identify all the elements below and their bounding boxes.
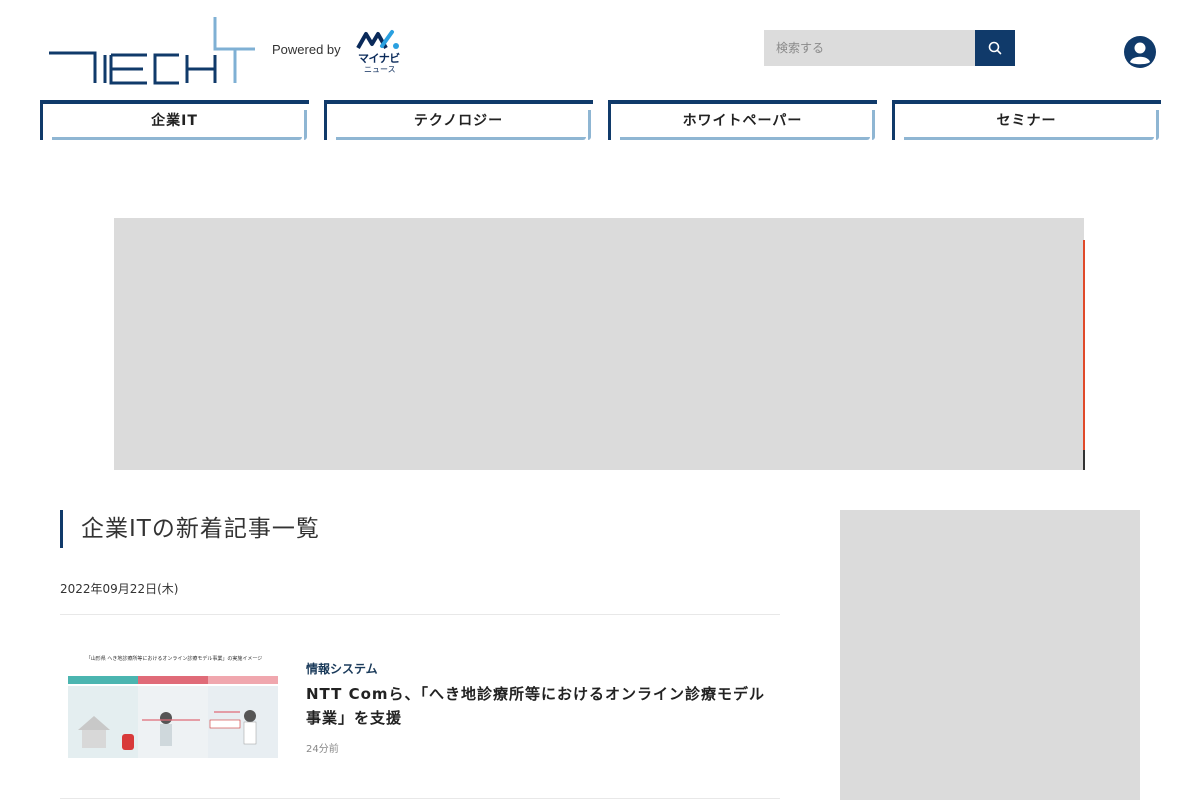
tab-seminar[interactable]: セミナー	[892, 100, 1161, 142]
tab-label: 企業IT	[151, 113, 198, 129]
divider	[60, 798, 780, 799]
mynavi-news-logo[interactable]: マイナビ ニュース	[356, 28, 402, 76]
article-item[interactable]: 「山形県 へき地診療所等におけるオンライン診療モデル事業」の実施イメージ 情報シ…	[60, 640, 780, 780]
user-account-icon[interactable]	[1123, 35, 1157, 69]
sidebar-ad[interactable]	[840, 510, 1140, 800]
tab-label: ホワイトペーパー	[682, 113, 803, 129]
article-date: 2022年09月22日(木)	[60, 582, 179, 596]
article-title[interactable]: NTT Comら、「へき地診療所等におけるオンライン診療モデル事業」を支援	[306, 682, 776, 730]
site-logo[interactable]	[47, 15, 257, 87]
ad-edge-accent	[1083, 240, 1085, 450]
search-input[interactable]	[764, 30, 975, 66]
search-bar	[764, 30, 1016, 66]
ad-banner[interactable]	[114, 218, 1084, 470]
mynavi-logo-subtext: ニュース	[364, 65, 396, 74]
tab-label: テクノロジー	[413, 113, 504, 129]
article-timestamp: 24分前	[306, 744, 339, 755]
powered-by-label: Powered by	[272, 42, 341, 57]
tab-whitepaper[interactable]: ホワイトペーパー	[608, 100, 877, 142]
divider	[60, 614, 780, 615]
section-title: 企業ITの新着記事一覧	[60, 510, 320, 548]
article-category[interactable]: 情報システム	[306, 660, 378, 677]
tab-label: セミナー	[996, 113, 1057, 129]
search-icon	[988, 41, 1002, 55]
search-button[interactable]	[975, 30, 1015, 66]
main-nav: 企業IT テクノロジー ホワイトペーパー セミナー	[40, 100, 1161, 142]
tab-technology[interactable]: テクノロジー	[324, 100, 593, 142]
tab-enterprise-it[interactable]: 企業IT	[40, 100, 309, 142]
ad-edge-accent-dark	[1083, 450, 1085, 470]
article-thumbnail: 「山形県 へき地診療所等におけるオンライン診療モデル事業」の実施イメージ	[64, 650, 284, 762]
